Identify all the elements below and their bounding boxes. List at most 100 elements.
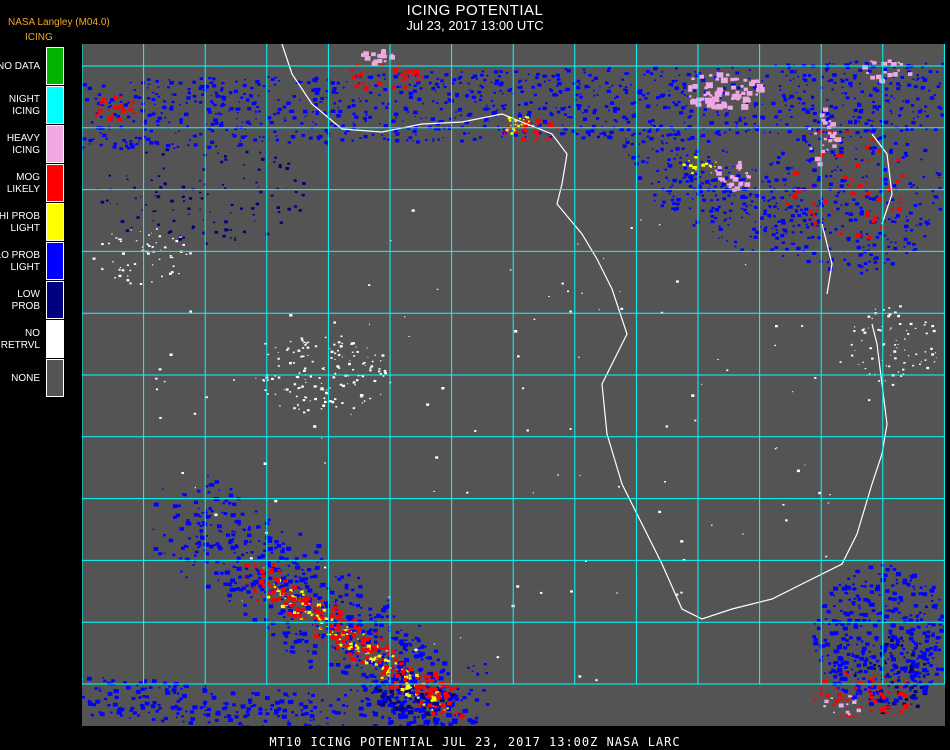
icing-pixel-lo-prob [811, 78, 817, 82]
icing-pixel-lo-prob [404, 708, 409, 712]
icing-pixel-mog [336, 627, 341, 631]
icing-pixel-lo-prob [894, 241, 897, 244]
icing-pixel-lo-prob [200, 535, 204, 538]
icing-pixel-lo-prob [274, 76, 277, 79]
icing-pixel-lo-prob [676, 154, 678, 156]
icing-pixel-lo-prob [206, 584, 211, 589]
icing-pixel-lo-prob [446, 672, 450, 676]
no-retrieval-pixel [361, 375, 365, 378]
icing-pixel-lo-prob [785, 247, 789, 251]
icing-pixel-lo-prob [217, 579, 220, 582]
no-retrieval-pixel [522, 387, 525, 390]
icing-pixel-lo-prob [800, 199, 803, 202]
icing-pixel-lo-prob [910, 128, 914, 131]
icing-pixel-lo-prob [192, 135, 195, 137]
no-retrieval-pixel [151, 281, 153, 283]
icing-pixel-lo-prob [225, 533, 230, 537]
icing-pixel-low-prob [181, 185, 186, 189]
icing-pixel-lo-prob [360, 699, 364, 703]
icing-pixel-lo-prob [883, 177, 888, 182]
icing-pixel-lo-prob [274, 709, 280, 714]
icing-pixel-lo-prob [893, 220, 897, 224]
icing-pixel-lo-prob [846, 643, 850, 646]
icing-pixel-lo-prob [407, 722, 411, 725]
icing-pixel-mog [270, 590, 276, 595]
icing-pixel-lo-prob [917, 109, 923, 114]
icing-pixel-lo-prob [916, 74, 919, 77]
no-retrieval-pixel [884, 380, 886, 382]
icing-pixel-mog [871, 219, 876, 223]
icing-pixel-lo-prob [780, 196, 784, 200]
icing-pixel-lo-prob [695, 74, 700, 78]
icing-pixel-lo-prob [761, 180, 764, 183]
icing-pixel-lo-prob [147, 78, 151, 81]
no-retrieval-pixel [277, 357, 280, 360]
icing-pixel-lo-prob [336, 81, 340, 85]
icing-pixel-lo-prob [262, 136, 265, 139]
icing-pixel-lo-prob [813, 641, 819, 646]
icing-pixel-lo-prob [145, 137, 151, 142]
icing-pixel-lo-prob [302, 572, 306, 576]
icing-pixel-lo-prob [866, 129, 869, 131]
no-retrieval-pixel [874, 308, 877, 310]
icing-pixel-lo-prob [895, 582, 899, 585]
icing-pixel-lo-prob [543, 80, 546, 83]
icing-pixel-lo-prob [829, 78, 834, 83]
icing-pixel-lo-prob [896, 87, 901, 91]
icing-pixel-lo-prob [787, 130, 792, 134]
no-retrieval-pixel [301, 339, 304, 342]
icing-pixel-lo-prob [407, 111, 410, 113]
icing-pixel-low-prob [407, 704, 411, 708]
icing-pixel-mog [839, 715, 841, 718]
icing-pixel-lo-prob [274, 540, 279, 544]
icing-pixel-mog [853, 715, 856, 718]
icing-pixel-lo-prob [481, 70, 484, 73]
no-retrieval-pixel [169, 353, 173, 356]
icing-pixel-heavy [717, 87, 724, 93]
icing-pixel-lo-prob [922, 176, 926, 179]
icing-pixel-lo-prob [872, 146, 877, 150]
icing-pixel-lo-prob [919, 642, 922, 645]
icing-pixel-lo-prob [265, 696, 270, 700]
icing-pixel-lo-prob [802, 78, 805, 80]
icing-pixel-lo-prob [816, 618, 821, 623]
icing-pixel-lo-prob [271, 633, 276, 637]
icing-pixel-mog [376, 81, 382, 86]
icing-pixel-heavy [738, 161, 742, 165]
icing-pixel-lo-prob [568, 105, 571, 108]
icing-pixel-lo-prob [789, 94, 794, 99]
legend-swatch-none [46, 359, 64, 397]
icing-pixel-lo-prob [701, 209, 705, 212]
icing-pixel-lo-prob [119, 100, 123, 103]
icing-pixel-lo-prob [250, 596, 253, 599]
icing-pixel-mog [354, 84, 360, 89]
icing-pixel-lo-prob [630, 102, 635, 105]
icing-pixel-lo-prob [564, 89, 567, 92]
icing-pixel-lo-prob [301, 638, 304, 641]
icing-pixel-lo-prob [871, 111, 875, 114]
icing-pixel-lo-prob [357, 594, 363, 599]
icing-pixel-lo-prob [357, 576, 361, 580]
icing-pixel-lo-prob [926, 630, 931, 634]
icing-pixel-lo-prob [260, 588, 265, 592]
icing-pixel-lo-prob [467, 666, 470, 669]
icing-pixel-lo-prob [849, 135, 852, 138]
no-retrieval-pixel [304, 367, 307, 370]
icing-pixel-lo-prob [384, 78, 386, 80]
icing-pixel-lo-prob [399, 724, 402, 726]
icing-pixel-lo-prob [163, 716, 168, 721]
icing-pixel-hi-prob [364, 660, 367, 662]
icing-pixel-lo-prob [876, 163, 880, 166]
icing-pixel-lo-prob [334, 576, 337, 578]
icing-pixel-lo-prob [829, 182, 834, 186]
no-retrieval-pixel [324, 400, 327, 403]
icing-pixel-hi-prob [281, 604, 286, 608]
no-retrieval-pixel [517, 355, 520, 358]
icing-pixel-mog [380, 638, 384, 641]
icing-pixel-mog [101, 97, 105, 100]
icing-pixel-lo-prob [232, 134, 237, 138]
icing-pixel-lo-prob [707, 160, 711, 163]
icing-pixel-mog [392, 85, 396, 89]
legend-label: ICING [12, 105, 40, 117]
icing-pixel-lo-prob [863, 670, 868, 674]
